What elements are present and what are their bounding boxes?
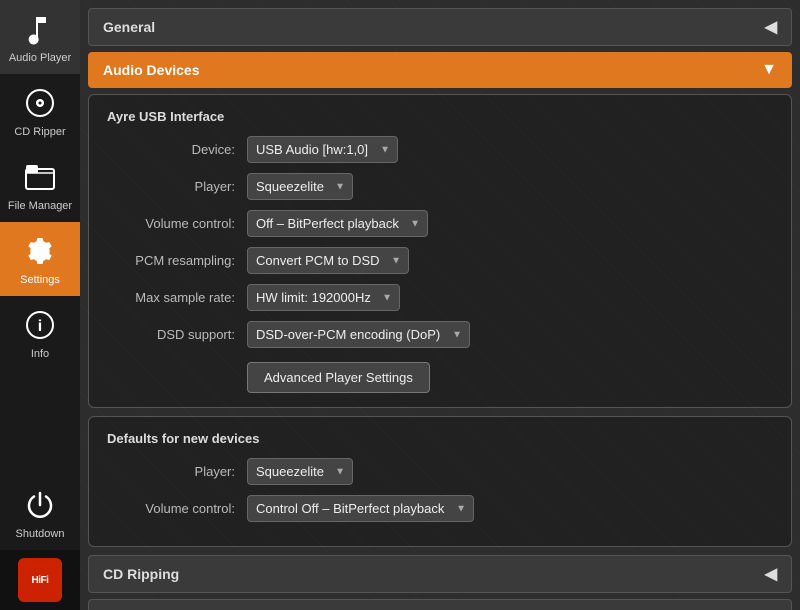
sidebar-item-label: CD Ripper <box>14 126 65 138</box>
ayre-card-title: Ayre USB Interface <box>107 109 773 124</box>
max-sample-label: Max sample rate: <box>107 290 247 305</box>
settings-icon <box>21 232 59 270</box>
max-sample-row: Max sample rate: HW limit: 192000Hz <box>107 284 773 311</box>
sidebar-item-info[interactable]: i Info <box>0 296 80 370</box>
sidebar-item-label: Settings <box>20 274 60 286</box>
def-volume-label: Volume control: <box>107 501 247 516</box>
max-sample-select[interactable]: HW limit: 192000Hz <box>247 284 400 311</box>
shutdown-icon <box>21 486 59 524</box>
cd-ripping-section-header[interactable]: CD Ripping ◀ <box>88 555 792 593</box>
general-label: General <box>103 19 155 35</box>
max-sample-select-wrapper[interactable]: HW limit: 192000Hz <box>247 284 400 311</box>
def-player-label: Player: <box>107 464 247 479</box>
general-arrow: ◀ <box>765 17 777 37</box>
logo-icon: HiFi <box>18 558 62 602</box>
cd-ripping-arrow: ◀ <box>765 564 777 584</box>
def-player-select[interactable]: Squeezelite <box>247 458 353 485</box>
player-select[interactable]: Squeezelite <box>247 173 353 200</box>
audio-player-icon <box>21 10 59 48</box>
audio-devices-label: Audio Devices <box>103 62 199 78</box>
defaults-card: Defaults for new devices Player: Squeeze… <box>88 416 792 547</box>
volume-label: Volume control: <box>107 216 247 231</box>
dsd-select[interactable]: DSD-over-PCM encoding (DoP) <box>247 321 470 348</box>
sidebar-item-file-manager[interactable]: File Manager <box>0 148 80 222</box>
audio-devices-section-header[interactable]: Audio Devices ▼ <box>88 52 792 88</box>
pcm-select[interactable]: Convert PCM to DSD <box>247 247 409 274</box>
cd-ripping-label: CD Ripping <box>103 566 179 582</box>
info-icon: i <box>21 306 59 344</box>
dsd-row: DSD support: DSD-over-PCM encoding (DoP) <box>107 321 773 348</box>
pcm-label: PCM resampling: <box>107 253 247 268</box>
player-select-wrapper[interactable]: Squeezelite <box>247 173 353 200</box>
sidebar-item-label: Audio Player <box>9 52 71 64</box>
svg-text:i: i <box>38 318 42 335</box>
device-select-wrapper[interactable]: USB Audio [hw:1,0] <box>247 136 398 163</box>
sidebar-item-audio-player[interactable]: Audio Player <box>0 0 80 74</box>
def-volume-select[interactable]: Control Off – BitPerfect playback <box>247 495 474 522</box>
player-label: Player: <box>107 179 247 194</box>
device-label: Device: <box>107 142 247 157</box>
def-player-select-wrapper[interactable]: Squeezelite <box>247 458 353 485</box>
device-select[interactable]: USB Audio [hw:1,0] <box>247 136 398 163</box>
pcm-row: PCM resampling: Convert PCM to DSD <box>107 247 773 274</box>
sidebar: Audio Player CD Ripper File Manager Sett… <box>0 0 80 610</box>
sidebar-item-settings[interactable]: Settings <box>0 222 80 296</box>
sidebar-item-label: Shutdown <box>16 528 65 540</box>
volume-select[interactable]: Off – BitPerfect playback <box>247 210 428 237</box>
file-manager-icon <box>21 158 59 196</box>
volume-select-wrapper[interactable]: Off – BitPerfect playback <box>247 210 428 237</box>
sidebar-item-label: File Manager <box>8 200 72 212</box>
def-volume-row: Volume control: Control Off – BitPerfect… <box>107 495 773 522</box>
advanced-player-settings-button[interactable]: Advanced Player Settings <box>247 362 430 393</box>
def-player-row: Player: Squeezelite <box>107 458 773 485</box>
sidebar-item-cd-ripper[interactable]: CD Ripper <box>0 74 80 148</box>
logo: HiFi <box>0 550 80 610</box>
player-row: Player: Squeezelite <box>107 173 773 200</box>
volume-row: Volume control: Off – BitPerfect playbac… <box>107 210 773 237</box>
ayre-usb-card: Ayre USB Interface Device: USB Audio [hw… <box>88 94 792 408</box>
defaults-card-title: Defaults for new devices <box>107 431 773 446</box>
def-volume-select-wrapper[interactable]: Control Off – BitPerfect playback <box>247 495 474 522</box>
sidebar-item-shutdown[interactable]: Shutdown <box>0 476 80 550</box>
dsd-select-wrapper[interactable]: DSD-over-PCM encoding (DoP) <box>247 321 470 348</box>
networking-section-header[interactable]: Networking ◀ <box>88 599 792 610</box>
sidebar-item-label: Info <box>31 348 49 360</box>
general-section-header[interactable]: General ◀ <box>88 8 792 46</box>
dsd-label: DSD support: <box>107 327 247 342</box>
cd-ripper-icon <box>21 84 59 122</box>
pcm-select-wrapper[interactable]: Convert PCM to DSD <box>247 247 409 274</box>
audio-devices-arrow: ▼ <box>761 61 777 79</box>
device-row: Device: USB Audio [hw:1,0] <box>107 136 773 163</box>
main-content: General ◀ Audio Devices ▼ Ayre USB Inter… <box>80 0 800 610</box>
